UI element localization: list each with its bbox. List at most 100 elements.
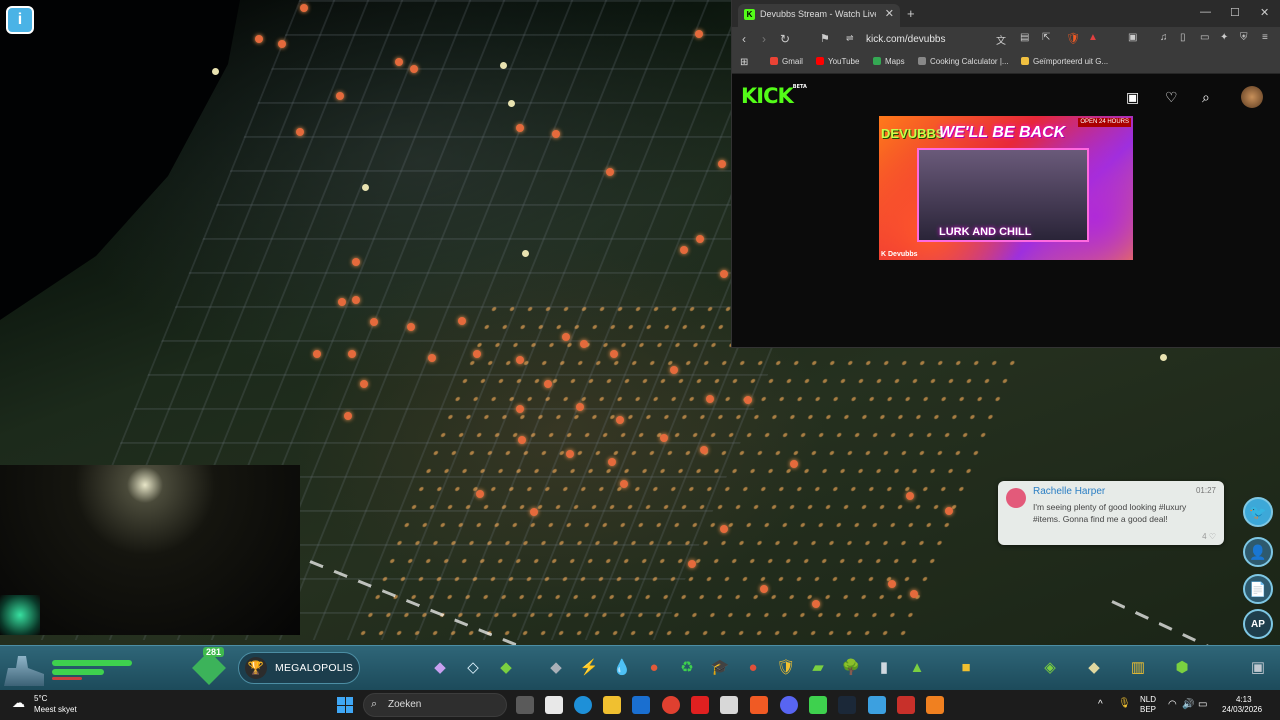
user-avatar[interactable]: [1241, 86, 1263, 108]
economy-icon[interactable]: ⬢: [1170, 655, 1194, 679]
fire-icon[interactable]: ●: [741, 655, 765, 679]
building-marker[interactable]: [407, 323, 415, 331]
building-marker[interactable]: [744, 396, 752, 404]
service-marker[interactable]: [362, 184, 369, 191]
water-icon[interactable]: 💧: [610, 655, 634, 679]
building-marker[interactable]: [458, 317, 466, 325]
building-marker[interactable]: [348, 350, 356, 358]
education-icon[interactable]: 🎓: [708, 655, 732, 679]
window-close-icon[interactable]: ✕: [1260, 6, 1269, 19]
building-marker[interactable]: [888, 580, 896, 588]
weather-temp[interactable]: 5°C: [34, 694, 47, 703]
wallet-icon[interactable]: ▭: [1200, 32, 1209, 43]
tab-close-icon[interactable]: ✕: [885, 7, 894, 20]
garbage-icon[interactable]: ●: [642, 655, 666, 679]
building-marker[interactable]: [718, 160, 726, 168]
bookmark-gmail[interactable]: Gmail: [770, 57, 803, 66]
ap-button[interactable]: AP: [1243, 609, 1273, 639]
chrome-icon[interactable]: [662, 696, 680, 714]
chirp-likes[interactable]: 4 ♡: [1202, 532, 1216, 541]
monuments-icon[interactable]: ▲: [905, 655, 929, 679]
milestone-panel[interactable]: 🏆 MEGALOPOLIS: [238, 652, 360, 684]
taskbar-search[interactable]: ⌕ Zoeken: [363, 693, 507, 717]
new-tab-icon[interactable]: +: [907, 6, 915, 21]
wifi-icon[interactable]: ◠: [1168, 699, 1177, 710]
building-marker[interactable]: [352, 296, 360, 304]
building-marker[interactable]: [610, 350, 618, 358]
building-marker[interactable]: [255, 35, 263, 43]
bookmark-icon[interactable]: ⚑: [820, 32, 830, 45]
policies-icon[interactable]: 📄: [1243, 574, 1273, 604]
building-marker[interactable]: [516, 405, 524, 413]
back-icon[interactable]: ‹: [742, 32, 746, 46]
browse-icon[interactable]: ▣: [1126, 89, 1139, 106]
building-marker[interactable]: [428, 354, 436, 362]
building-marker[interactable]: [296, 128, 304, 136]
citizen-info-icon[interactable]: 👤: [1243, 537, 1273, 567]
bookmark-cooking-calculator[interactable]: Cooking Calculator |...: [918, 57, 1009, 66]
rewards-icon[interactable]: ▲: [1088, 32, 1098, 43]
building-marker[interactable]: [530, 508, 538, 516]
building-marker[interactable]: [670, 366, 678, 374]
building-marker[interactable]: [910, 590, 918, 598]
building-marker[interactable]: [360, 380, 368, 388]
youtube-icon[interactable]: [691, 696, 709, 714]
building-marker[interactable]: [580, 340, 588, 348]
tray-chevron-icon[interactable]: ^: [1098, 699, 1103, 710]
share-icon[interactable]: ⇱: [1042, 32, 1050, 43]
vpn-icon[interactable]: ⛨: [1240, 32, 1248, 43]
building-marker[interactable]: [706, 395, 714, 403]
bulldozer-icon[interactable]: ▣: [1246, 655, 1270, 679]
recycling-icon[interactable]: ♻: [675, 655, 699, 679]
reload-icon[interactable]: ↻: [780, 32, 790, 46]
building-marker[interactable]: [476, 490, 484, 498]
store-icon[interactable]: [545, 696, 563, 714]
wonders-icon[interactable]: ■: [954, 655, 978, 679]
site-info-icon[interactable]: ⇌: [846, 33, 854, 44]
building-marker[interactable]: [352, 258, 360, 266]
following-heart-icon[interactable]: ♡: [1165, 89, 1178, 106]
building-marker[interactable]: [906, 492, 914, 500]
minimize-icon[interactable]: —: [1200, 6, 1211, 18]
vlc-icon[interactable]: [926, 696, 944, 714]
weather-icon[interactable]: ☁: [12, 695, 30, 713]
building-marker[interactable]: [370, 318, 378, 326]
maximize-icon[interactable]: ☐: [1230, 6, 1240, 19]
leo-icon[interactable]: ✦: [1220, 32, 1228, 43]
service-marker[interactable]: [212, 68, 219, 75]
service-marker[interactable]: [1160, 354, 1167, 361]
population-icon[interactable]: [4, 656, 44, 686]
building-marker[interactable]: [620, 480, 628, 488]
chirp-author[interactable]: Rachelle Harper: [1033, 486, 1105, 497]
media-icon[interactable]: ♫: [1160, 32, 1168, 43]
browser-tab[interactable]: K Devubbs Stream - Watch Live o ✕: [738, 4, 900, 27]
steam-icon[interactable]: [838, 696, 856, 714]
discord-icon[interactable]: [780, 696, 798, 714]
building-marker[interactable]: [608, 458, 616, 466]
building-marker[interactable]: [344, 412, 352, 420]
edge-icon[interactable]: [574, 696, 592, 714]
chirper-bird-icon[interactable]: 🐦: [1243, 497, 1273, 527]
reader-icon[interactable]: ▤: [1020, 32, 1029, 43]
building-marker[interactable]: [562, 333, 570, 341]
building-marker[interactable]: [300, 4, 308, 12]
building-marker[interactable]: [544, 380, 552, 388]
task-view-icon[interactable]: [516, 696, 534, 714]
translate-icon[interactable]: 文: [996, 32, 1006, 47]
building-marker[interactable]: [720, 525, 728, 533]
game-icon[interactable]: [809, 696, 827, 714]
kick-search-icon[interactable]: ⌕: [1202, 89, 1210, 106]
areas-icon[interactable]: ◈: [1038, 655, 1062, 679]
bookmark-maps[interactable]: Maps: [873, 57, 905, 66]
building-marker[interactable]: [696, 235, 704, 243]
panel-icon[interactable]: ▯: [1180, 32, 1186, 43]
districts-icon[interactable]: ◇: [461, 655, 485, 679]
landscaping-icon[interactable]: ◆: [544, 655, 568, 679]
building-marker[interactable]: [516, 356, 524, 364]
zoning-icon[interactable]: ◆: [428, 655, 452, 679]
building-marker[interactable]: [688, 560, 696, 568]
building-marker[interactable]: [313, 350, 321, 358]
lang-layout[interactable]: BEP: [1140, 705, 1156, 714]
building-marker[interactable]: [338, 298, 346, 306]
service-marker[interactable]: [500, 62, 507, 69]
